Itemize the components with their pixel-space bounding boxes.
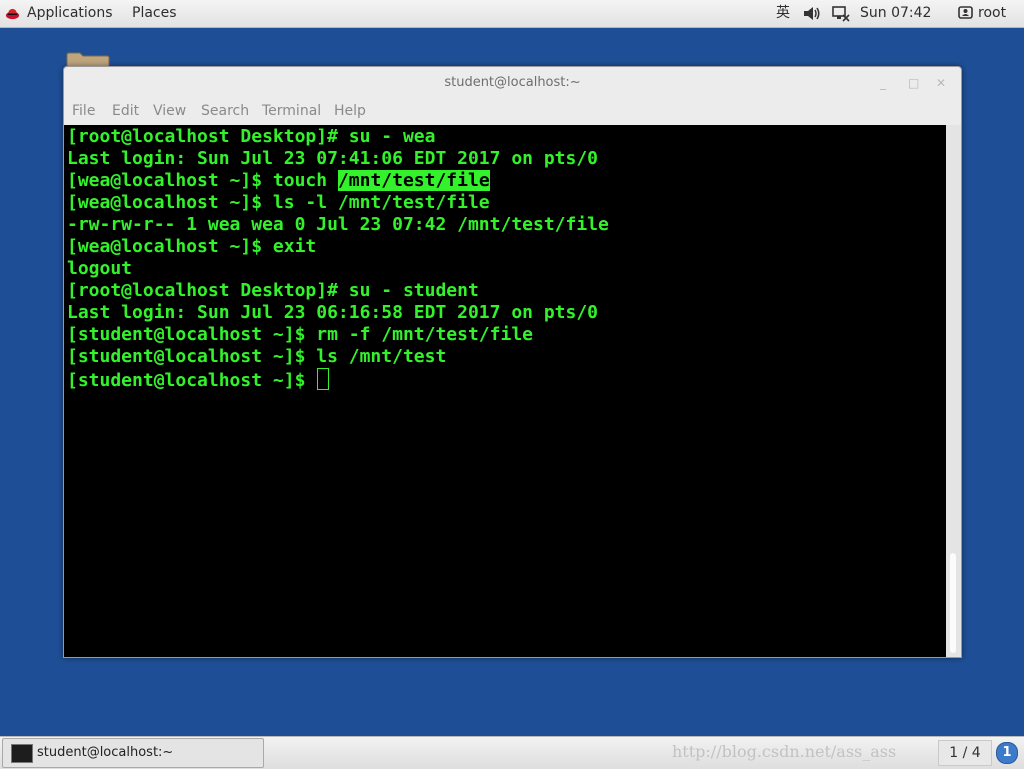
terminal-line: [wea@localhost ~]$ touch /mnt/test/file: [67, 170, 609, 192]
input-method-indicator[interactable]: 英: [776, 0, 790, 27]
terminal-line: [wea@localhost ~]$ exit: [67, 236, 609, 258]
close-button[interactable]: ✕: [936, 67, 946, 99]
terminal-line: [wea@localhost ~]$ ls -l /mnt/test/file: [67, 192, 609, 214]
terminal-icon: [11, 744, 33, 763]
notification-badge[interactable]: 1: [996, 742, 1018, 764]
watermark: http://blog.csdn.net/ass_ass: [672, 742, 897, 761]
terminal-line-text: [student@localhost ~]$ ls /mnt/test: [67, 346, 447, 367]
terminal-line-text: Last login: Sun Jul 23 06:16:58 EDT 2017…: [67, 302, 599, 323]
terminal-line: [student@localhost ~]$ rm -f /mnt/test/f…: [67, 324, 609, 346]
taskbar-item-terminal[interactable]: student@localhost:~: [2, 738, 264, 768]
terminal-line: [student@localhost ~]$ ls /mnt/test: [67, 346, 609, 368]
workspace-switcher[interactable]: 1 / 4: [938, 740, 992, 766]
terminal-line: Last login: Sun Jul 23 06:16:58 EDT 2017…: [67, 302, 609, 324]
menu-file[interactable]: File: [72, 103, 95, 119]
user-icon: [958, 6, 973, 19]
window-title[interactable]: student@localhost:~: [64, 67, 961, 99]
terminal-line: logout: [67, 258, 609, 280]
terminal-line: [root@localhost Desktop]# su - wea: [67, 126, 609, 148]
menu-search[interactable]: Search: [201, 103, 249, 119]
redhat-logo-icon: [5, 8, 20, 20]
terminal-line: Last login: Sun Jul 23 07:41:06 EDT 2017…: [67, 148, 609, 170]
terminal-line-text: Last login: Sun Jul 23 07:41:06 EDT 2017…: [67, 148, 599, 169]
terminal-line-text: logout: [67, 258, 133, 279]
terminal-line-text: -rw-rw-r-- 1 wea wea 0 Jul 23 07:42 /mnt…: [67, 214, 609, 235]
terminal-line-text: [root@localhost Desktop]# su - wea: [67, 126, 436, 147]
menu-help[interactable]: Help: [334, 103, 366, 119]
menu-bar: File Edit View Search Terminal Help: [64, 101, 961, 123]
taskbar-item-label: student@localhost:~: [37, 745, 174, 760]
terminal-line: [root@localhost Desktop]# su - student: [67, 280, 609, 302]
network-icon[interactable]: [832, 6, 850, 22]
clock[interactable]: Sun 07:42: [860, 0, 931, 27]
terminal-scrollbar[interactable]: [946, 125, 961, 657]
terminal-line: -rw-rw-r-- 1 wea wea 0 Jul 23 07:42 /mnt…: [67, 214, 609, 236]
applications-menu[interactable]: Applications: [27, 0, 113, 27]
terminal-line: [student@localhost ~]$: [67, 368, 609, 392]
terminal-area[interactable]: [root@localhost Desktop]# su - wea Last l…: [64, 125, 946, 657]
terminal-output: [root@localhost Desktop]# su - wea Last l…: [67, 126, 609, 392]
terminal-window: student@localhost:~ _ □ ✕ File Edit View…: [63, 66, 962, 658]
menu-view[interactable]: View: [153, 103, 186, 119]
terminal-line-text: [wea@localhost ~]$ touch: [67, 170, 338, 191]
terminal-line-text: [root@localhost Desktop]# su - student: [67, 280, 479, 301]
user-menu[interactable]: root: [978, 0, 1006, 27]
terminal-line-text: [wea@localhost ~]$ ls -l /mnt/test/file: [67, 192, 490, 213]
scrollbar-thumb[interactable]: [950, 553, 956, 653]
text-cursor: [317, 368, 330, 390]
menu-terminal[interactable]: Terminal: [262, 103, 321, 119]
selected-text: /mnt/test/file: [337, 170, 490, 191]
maximize-button[interactable]: □: [908, 67, 919, 99]
top-panel: Applications Places 英 Sun 07:42 root: [0, 0, 1024, 28]
terminal-line-text: [student@localhost ~]$ rm -f /mnt/test/f…: [67, 324, 533, 345]
bottom-panel: student@localhost:~ http://blog.csdn.net…: [0, 736, 1024, 769]
terminal-line-text: [wea@localhost ~]$ exit: [67, 236, 317, 257]
speaker-icon[interactable]: [803, 6, 821, 21]
menu-edit[interactable]: Edit: [112, 103, 139, 119]
minimize-button[interactable]: _: [880, 67, 886, 99]
places-menu[interactable]: Places: [132, 0, 177, 27]
terminal-line-text: [student@localhost ~]$: [67, 370, 317, 391]
